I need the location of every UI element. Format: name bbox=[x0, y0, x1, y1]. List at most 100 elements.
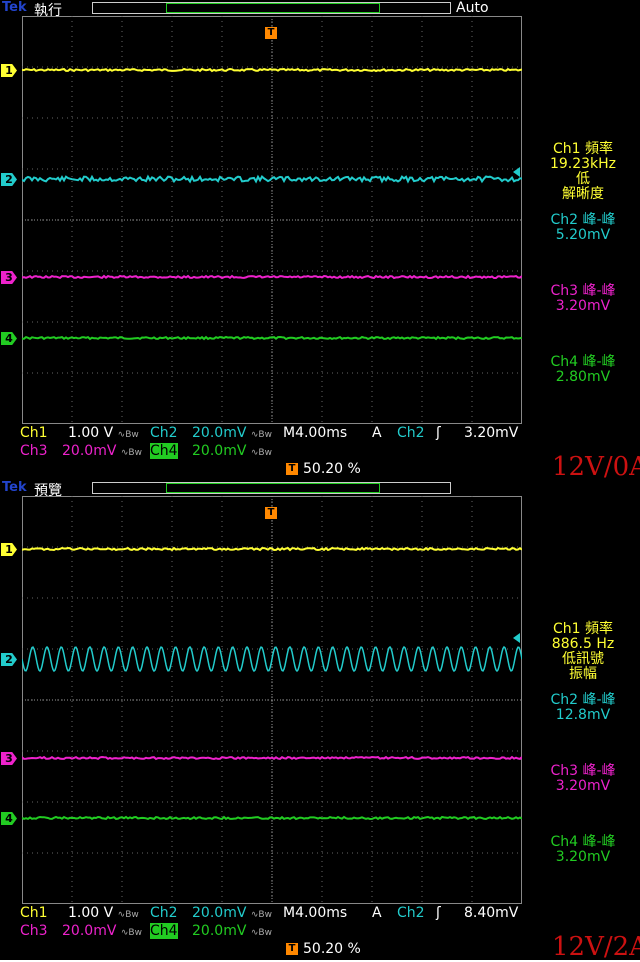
measurement-2: Ch2 峰-峰 5.20mV bbox=[526, 213, 640, 243]
measurement-title: Ch3 峰-峰 bbox=[550, 283, 616, 299]
trigger-level: 3.20mV bbox=[464, 425, 519, 441]
ch3-marker: 3 bbox=[1, 752, 17, 765]
measurement-value: 19.23kHz bbox=[549, 156, 617, 172]
ch2-scale: 20.0mV bbox=[192, 425, 247, 441]
bandwidth-icon: ∿Bw bbox=[117, 430, 139, 440]
trigger-source-prefix: A bbox=[372, 425, 382, 441]
ch1-scale: 1.00 V bbox=[68, 425, 114, 441]
waveform-graticule bbox=[22, 496, 522, 904]
measurement-4: Ch4 峰-峰 3.20mV bbox=[526, 835, 640, 865]
ch3-scale: 20.0mV bbox=[62, 923, 117, 939]
trigger-source-prefix: A bbox=[372, 905, 382, 921]
bandwidth-icon: ∿Bw bbox=[120, 928, 142, 938]
measurement-4: Ch4 峰-峰 2.80mV bbox=[526, 355, 640, 385]
trigger-source: Ch2 bbox=[397, 905, 425, 921]
ch3-marker: 3 bbox=[1, 271, 17, 284]
ch1-trace bbox=[22, 546, 522, 552]
measurement-title: Ch2 峰-峰 bbox=[550, 212, 616, 228]
status-row-2: Ch3 20.0mV ∿Bw bbox=[20, 923, 142, 941]
measurement-note: 低訊號 bbox=[562, 651, 604, 667]
ch3-trace bbox=[22, 755, 522, 761]
trigger-position: 50.20 % bbox=[303, 941, 361, 957]
timebase: M4.00ms bbox=[283, 905, 348, 921]
measurement-note: 振幅 bbox=[569, 666, 597, 682]
ch2-scale: 20.0mV bbox=[192, 905, 247, 921]
timebase: M4.00ms bbox=[283, 425, 348, 441]
trigger-position: 50.20 % bbox=[303, 461, 361, 477]
measurement-value: 12.8mV bbox=[555, 707, 611, 723]
trigger-level-marker bbox=[513, 633, 520, 643]
measurement-title: Ch2 峰-峰 bbox=[550, 692, 616, 708]
measurement-1: Ch1 頻率 886.5 Hz 低訊號 振幅 bbox=[526, 622, 640, 682]
measurement-3: Ch3 峰-峰 3.20mV bbox=[526, 284, 640, 314]
bandwidth-icon: ∿Bw bbox=[120, 448, 142, 458]
ch1-name: Ch1 bbox=[20, 425, 48, 441]
status-row-1: Ch1 1.00 V ∿Bw bbox=[20, 425, 139, 443]
measurement-title: Ch4 峰-峰 bbox=[550, 354, 616, 370]
test-condition-label: 12V/0A bbox=[552, 452, 640, 482]
status-row-1: Ch1 1.00 V ∿Bw bbox=[20, 905, 139, 923]
trigger-slope-icon: ʃ bbox=[436, 905, 441, 921]
measurement-title: Ch1 頻率 bbox=[552, 141, 613, 157]
ch1-marker: 1 bbox=[1, 543, 17, 556]
trigger-level-marker bbox=[513, 167, 520, 177]
bandwidth-icon: ∿Bw bbox=[250, 448, 272, 458]
status-row-2: Ch3 20.0mV ∿Bw bbox=[20, 443, 142, 461]
record-window bbox=[166, 483, 380, 493]
ch4-trace bbox=[22, 335, 522, 341]
bandwidth-icon: ∿Bw bbox=[117, 910, 139, 920]
measurement-value: 2.80mV bbox=[555, 369, 611, 385]
scope-screen-top: Tek 執行 Auto T 1 2 3 4 Ch1 1.00 V ∿Bw Ch2… bbox=[0, 0, 526, 480]
status-ch2: Ch2 20.0mV ∿Bw bbox=[150, 425, 272, 443]
measurement-3: Ch3 峰-峰 3.20mV bbox=[526, 764, 640, 794]
measurement-value: 3.20mV bbox=[555, 298, 611, 314]
ch2-name: Ch2 bbox=[150, 425, 178, 441]
ch2-name: Ch2 bbox=[150, 905, 178, 921]
measurement-note: 解晰度 bbox=[562, 186, 604, 202]
measurement-panel-bottom: Ch1 頻率 886.5 Hz 低訊號 振幅 Ch2 峰-峰 12.8mV Ch… bbox=[513, 480, 640, 960]
record-window bbox=[166, 3, 380, 13]
trigger-source: Ch2 bbox=[397, 425, 425, 441]
ch3-name: Ch3 bbox=[20, 443, 48, 459]
ch2-marker: 2 bbox=[1, 653, 17, 666]
trigger-level: 8.40mV bbox=[464, 905, 519, 921]
trigger-position-icon: T bbox=[286, 463, 298, 475]
brand-logo: Tek bbox=[2, 0, 27, 15]
trigger-slope-icon: ʃ bbox=[436, 425, 441, 441]
measurement-title: Ch1 頻率 bbox=[552, 621, 613, 637]
ch1-trace bbox=[22, 67, 522, 73]
ch3-scale: 20.0mV bbox=[62, 443, 117, 459]
ch2-marker: 2 bbox=[1, 173, 17, 186]
measurement-title: Ch4 峰-峰 bbox=[550, 834, 616, 850]
ch4-marker: 4 bbox=[1, 332, 17, 345]
ch2-trace bbox=[22, 174, 522, 184]
brand-logo: Tek bbox=[2, 480, 27, 495]
ch4-scale: 20.0mV bbox=[192, 923, 247, 939]
measurement-value: 3.20mV bbox=[555, 849, 611, 865]
ch3-name: Ch3 bbox=[20, 923, 48, 939]
waveform-graticule bbox=[22, 16, 522, 424]
ch3-trace bbox=[22, 274, 522, 280]
bandwidth-icon: ∿Bw bbox=[250, 910, 272, 920]
ch4-scale: 20.0mV bbox=[192, 443, 247, 459]
ch4-name: Ch4 bbox=[150, 923, 178, 939]
ch4-trace bbox=[22, 815, 522, 821]
ch4-marker: 4 bbox=[1, 812, 17, 825]
trigger-position-icon: T bbox=[265, 507, 277, 519]
status-ch2: Ch2 20.0mV ∿Bw bbox=[150, 905, 272, 923]
measurement-panel-top: Ch1 頻率 19.23kHz 低 解晰度 Ch2 峰-峰 5.20mV Ch3… bbox=[513, 0, 640, 480]
status-ch4: Ch4 20.0mV ∿Bw bbox=[150, 443, 272, 461]
ch1-name: Ch1 bbox=[20, 905, 48, 921]
ch4-name: Ch4 bbox=[150, 443, 178, 459]
test-condition-label: 12V/2A bbox=[552, 932, 640, 962]
trigger-position-icon: T bbox=[265, 27, 277, 39]
ch1-marker: 1 bbox=[1, 64, 17, 77]
bandwidth-icon: ∿Bw bbox=[250, 430, 272, 440]
bandwidth-icon: ∿Bw bbox=[250, 928, 272, 938]
measurement-note: 低 bbox=[576, 171, 590, 187]
measurement-value: 5.20mV bbox=[555, 227, 611, 243]
scope-screen-bottom: Tek 預覽 T 1 2 3 4 Ch1 1.00 V ∿Bw Ch2 20.0… bbox=[0, 480, 526, 960]
status-ch4: Ch4 20.0mV ∿Bw bbox=[150, 923, 272, 941]
measurement-title: Ch3 峰-峰 bbox=[550, 763, 616, 779]
trigger-mode: Auto bbox=[456, 0, 489, 16]
